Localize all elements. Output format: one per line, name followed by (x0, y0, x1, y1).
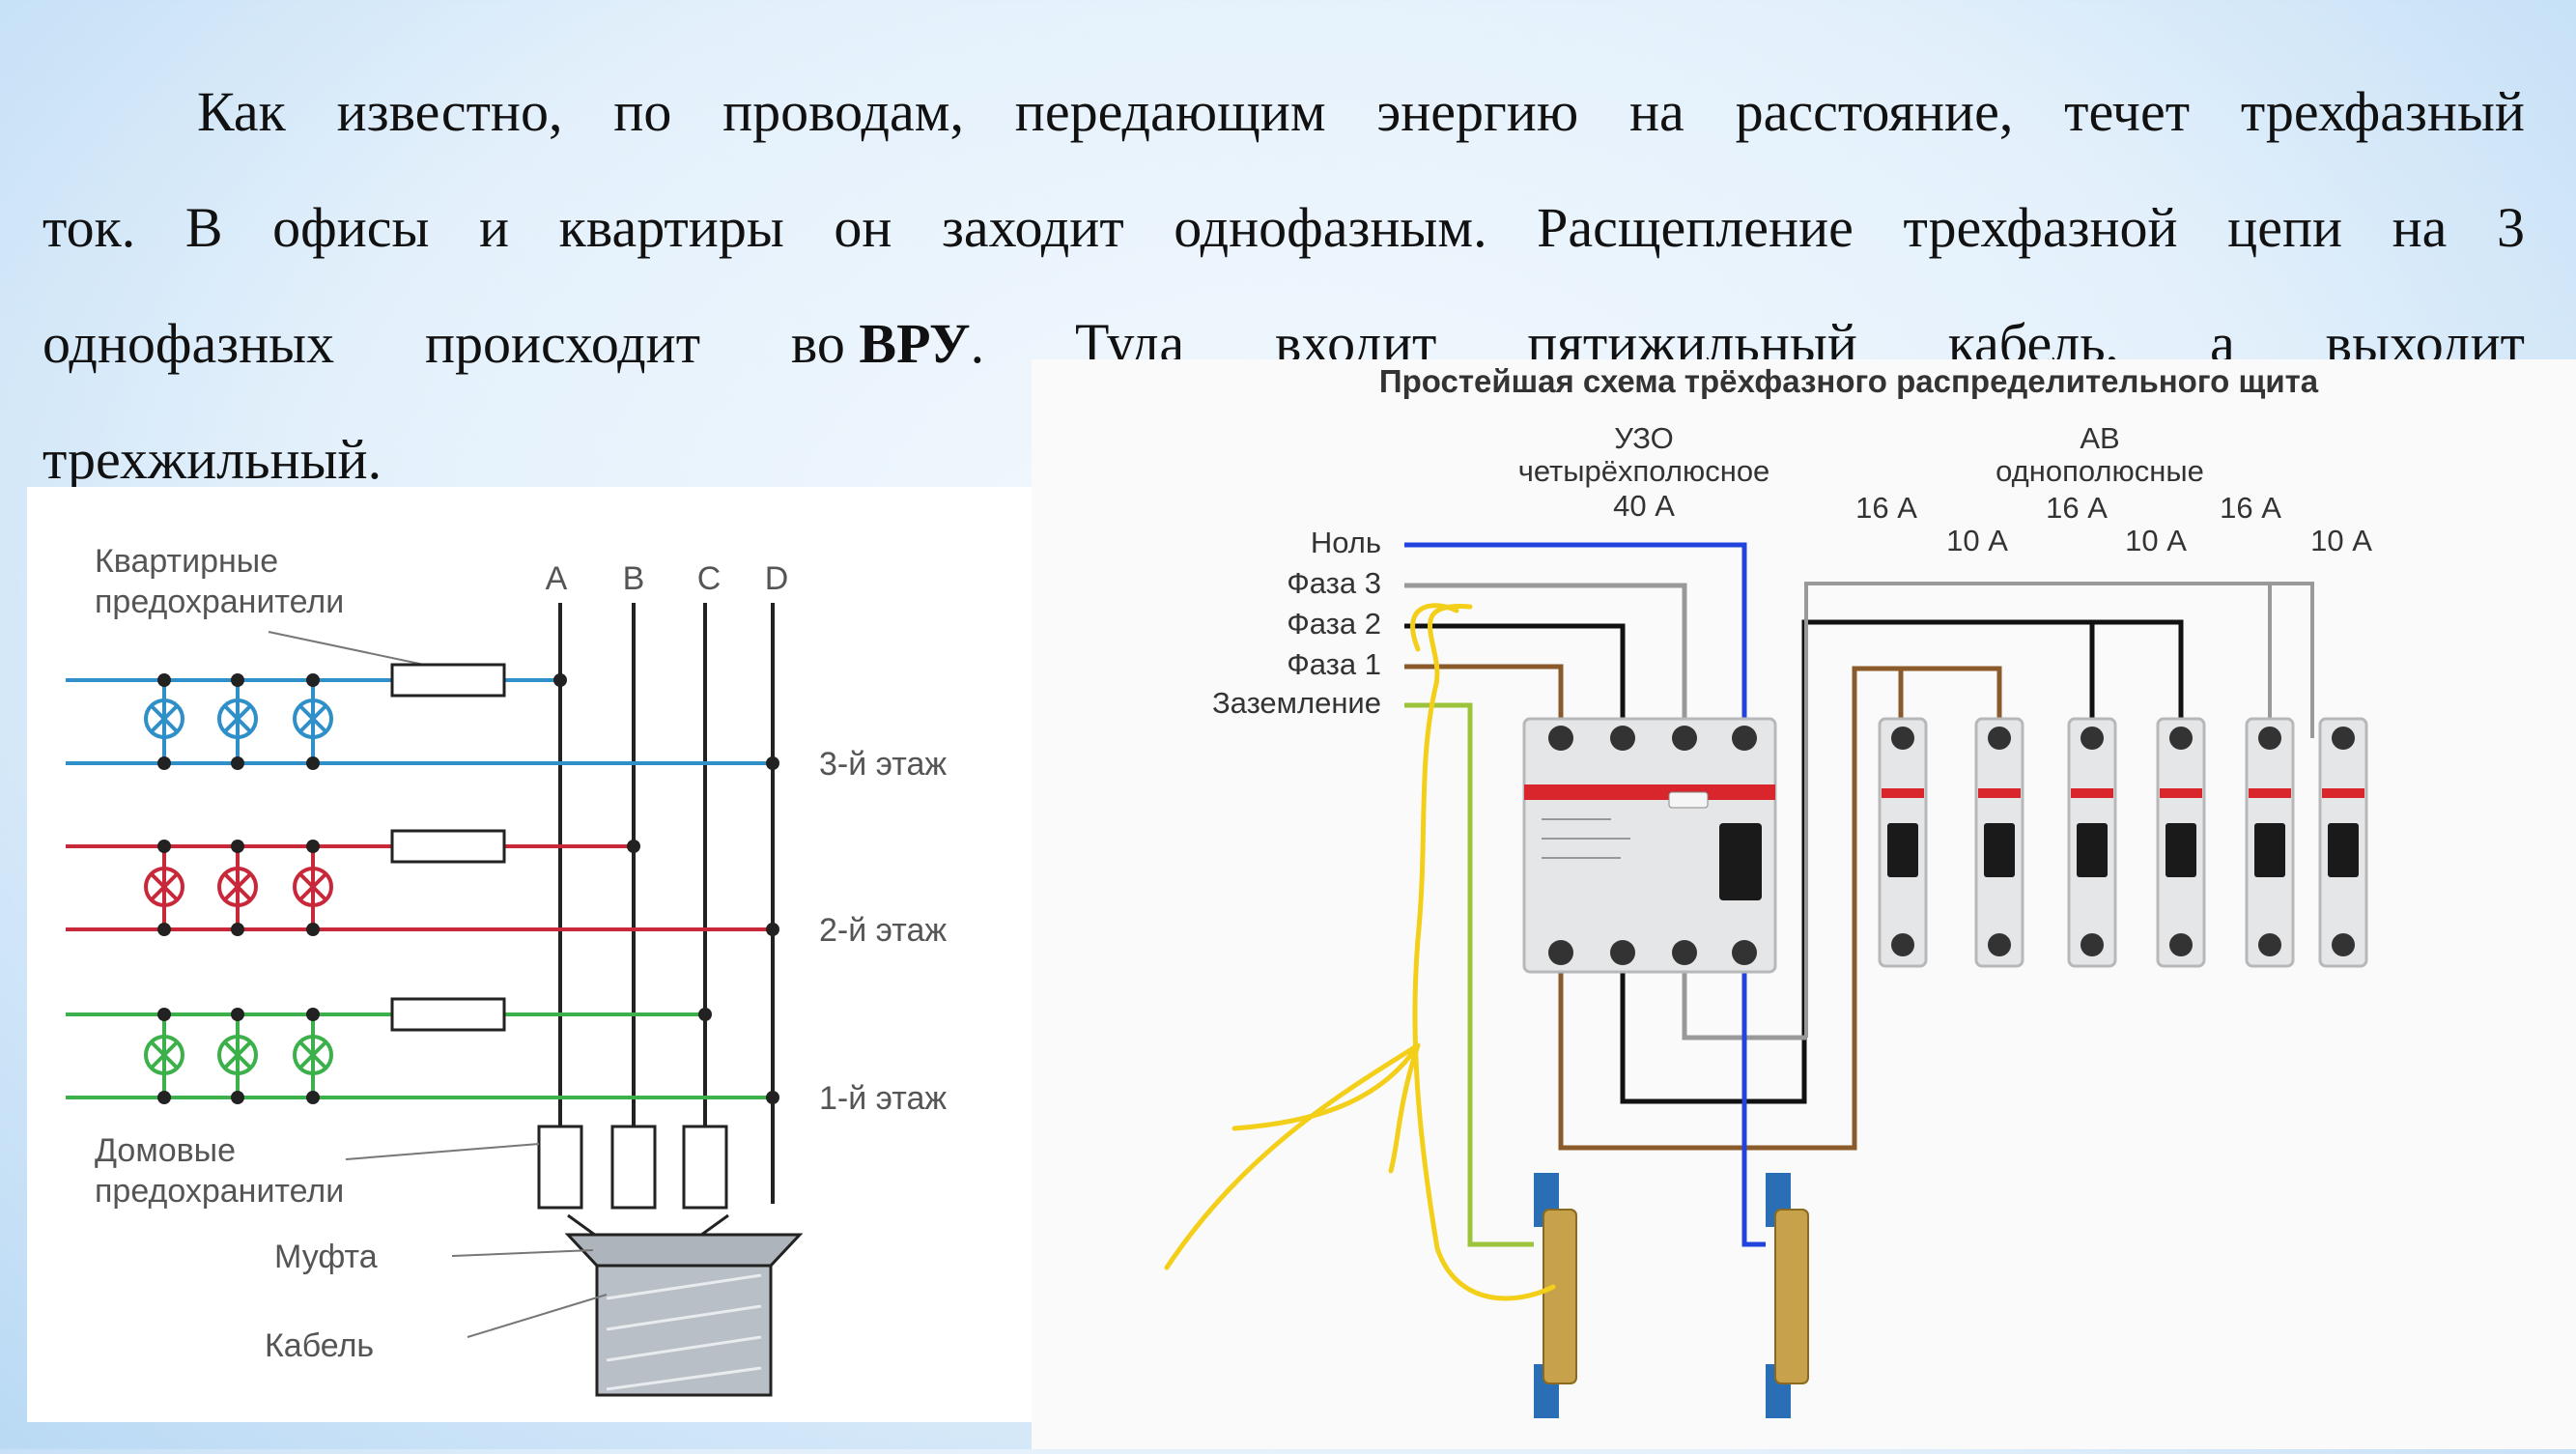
word: проводам, (722, 80, 964, 143)
neutral-bus-bar (1766, 1173, 1809, 1418)
word: по (613, 80, 672, 143)
wire-label-phase-2: Фаза 2 (1287, 607, 1381, 641)
coupling-shape (564, 1233, 804, 1268)
distribution-board-svg: Простейшая схема трёхфазного распределит… (1164, 363, 2372, 1418)
house-fuses-label-2: предохранители (95, 1173, 344, 1210)
floor-2-label: 2-й этаж (819, 912, 947, 949)
word: на (2392, 196, 2448, 259)
rcd-label-2: четырёхполюсное (1518, 454, 1770, 488)
wire-label-neutral: Ноль (1311, 526, 1381, 559)
breaker-2 (1974, 717, 2024, 968)
word: трехжильный. (42, 428, 382, 491)
neutral-wire (1404, 542, 1747, 738)
word: офисы (272, 196, 430, 259)
word: передающим (1014, 80, 1326, 143)
word: энергию (1376, 80, 1579, 143)
word: и (479, 196, 510, 259)
fuse-leader-line (268, 631, 443, 670)
wire-label-ground: Заземление (1212, 686, 1381, 720)
word: расстояние, (1735, 80, 2014, 143)
column-label-b: B (623, 560, 645, 597)
building-wiring-svg: Квартирные предохранители A B C D 3-й эт… (66, 543, 947, 1397)
breaker-6 (2318, 717, 2368, 968)
wire-label-phase-3: Фаза 3 (1287, 566, 1381, 600)
apartment-fuse-1 (390, 997, 506, 1032)
rating-10a-2: 10 А (2125, 524, 2187, 557)
cable-label: Кабель (265, 1327, 374, 1364)
word: квартиры (558, 196, 784, 259)
diagram-title: Простейшая схема трёхфазного распределит… (1379, 363, 2319, 399)
word: однофазных (42, 312, 335, 375)
word: происходит (424, 312, 701, 375)
coupling-label: Муфта (274, 1239, 378, 1275)
building-wiring-diagram: Квартирные предохранители A B C D 3-й эт… (27, 487, 1032, 1422)
word: течет (2064, 80, 2191, 143)
paragraph-line-2: ток. В офисы и квартиры он заходит одноф… (42, 170, 2525, 286)
rating-16a-2: 16 А (2046, 491, 2108, 525)
word: Как (197, 80, 286, 143)
bold-term: ВРУ (859, 312, 971, 375)
apartment-fuses-label-2: предохранители (95, 584, 344, 620)
word: известно, (336, 80, 563, 143)
rating-16a-1: 16 А (1855, 491, 1917, 525)
rcd-device (1522, 717, 1777, 974)
column-label-d: D (765, 560, 789, 597)
floor-1-label: 1-й этаж (819, 1080, 947, 1117)
column-label-a: A (546, 560, 568, 597)
apartment-fuse-2 (390, 829, 506, 864)
word: трехфазный (2240, 80, 2525, 143)
word: В (184, 196, 223, 259)
rcd-label-1: УЗО (1614, 421, 1674, 455)
breaker-3 (2067, 717, 2117, 968)
vertical-risers (558, 603, 775, 1204)
coupling-leader (451, 1249, 594, 1257)
paragraph-line-1: Как известно, по проводам, передающим эн… (42, 54, 2525, 170)
word: Расщепление (1537, 196, 1854, 259)
ground-bus-bar (1534, 1173, 1577, 1418)
rcd-label-3: 40 А (1613, 489, 1675, 523)
breaker-1 (1878, 717, 1928, 968)
house-fuses-label-1: Домовые (95, 1132, 236, 1169)
word: цепи (2227, 196, 2343, 259)
breakers-label-1: АВ (2080, 421, 2119, 455)
breaker-4 (2156, 717, 2206, 968)
punctuation: . (970, 312, 985, 375)
column-label-c: C (697, 560, 722, 597)
word: заходит (942, 196, 1124, 259)
rating-16a-3: 16 А (2220, 491, 2281, 525)
word: однофазным. (1174, 196, 1487, 259)
rating-10a-3: 10 А (2310, 524, 2372, 557)
distribution-board-diagram: Простейшая схема трёхфазного распределит… (1032, 359, 2576, 1449)
breakers-label-2: однополюсные (1996, 454, 2204, 488)
word: на (1629, 80, 1684, 143)
word-group: во ВРУ. (791, 286, 984, 402)
breaker-5 (2245, 717, 2295, 968)
word: 3 (2496, 196, 2525, 259)
cable-leader (467, 1294, 608, 1338)
word: ток. (42, 196, 136, 259)
apartment-fuses-label-1: Квартирные (95, 543, 278, 580)
rating-10a-1: 10 А (1946, 524, 2008, 557)
word: во (790, 312, 845, 375)
house-fuses (537, 1125, 728, 1210)
cable-shape (595, 1264, 773, 1397)
house-fuse-leader (345, 1143, 540, 1160)
wire-label-phase-1: Фаза 1 (1287, 647, 1381, 681)
apartment-fuse-3 (390, 663, 506, 698)
circuit-breakers (1878, 717, 2368, 968)
word: трехфазной (1903, 196, 2178, 259)
word: он (834, 196, 892, 259)
floor-3-label: 3-й этаж (819, 746, 947, 783)
